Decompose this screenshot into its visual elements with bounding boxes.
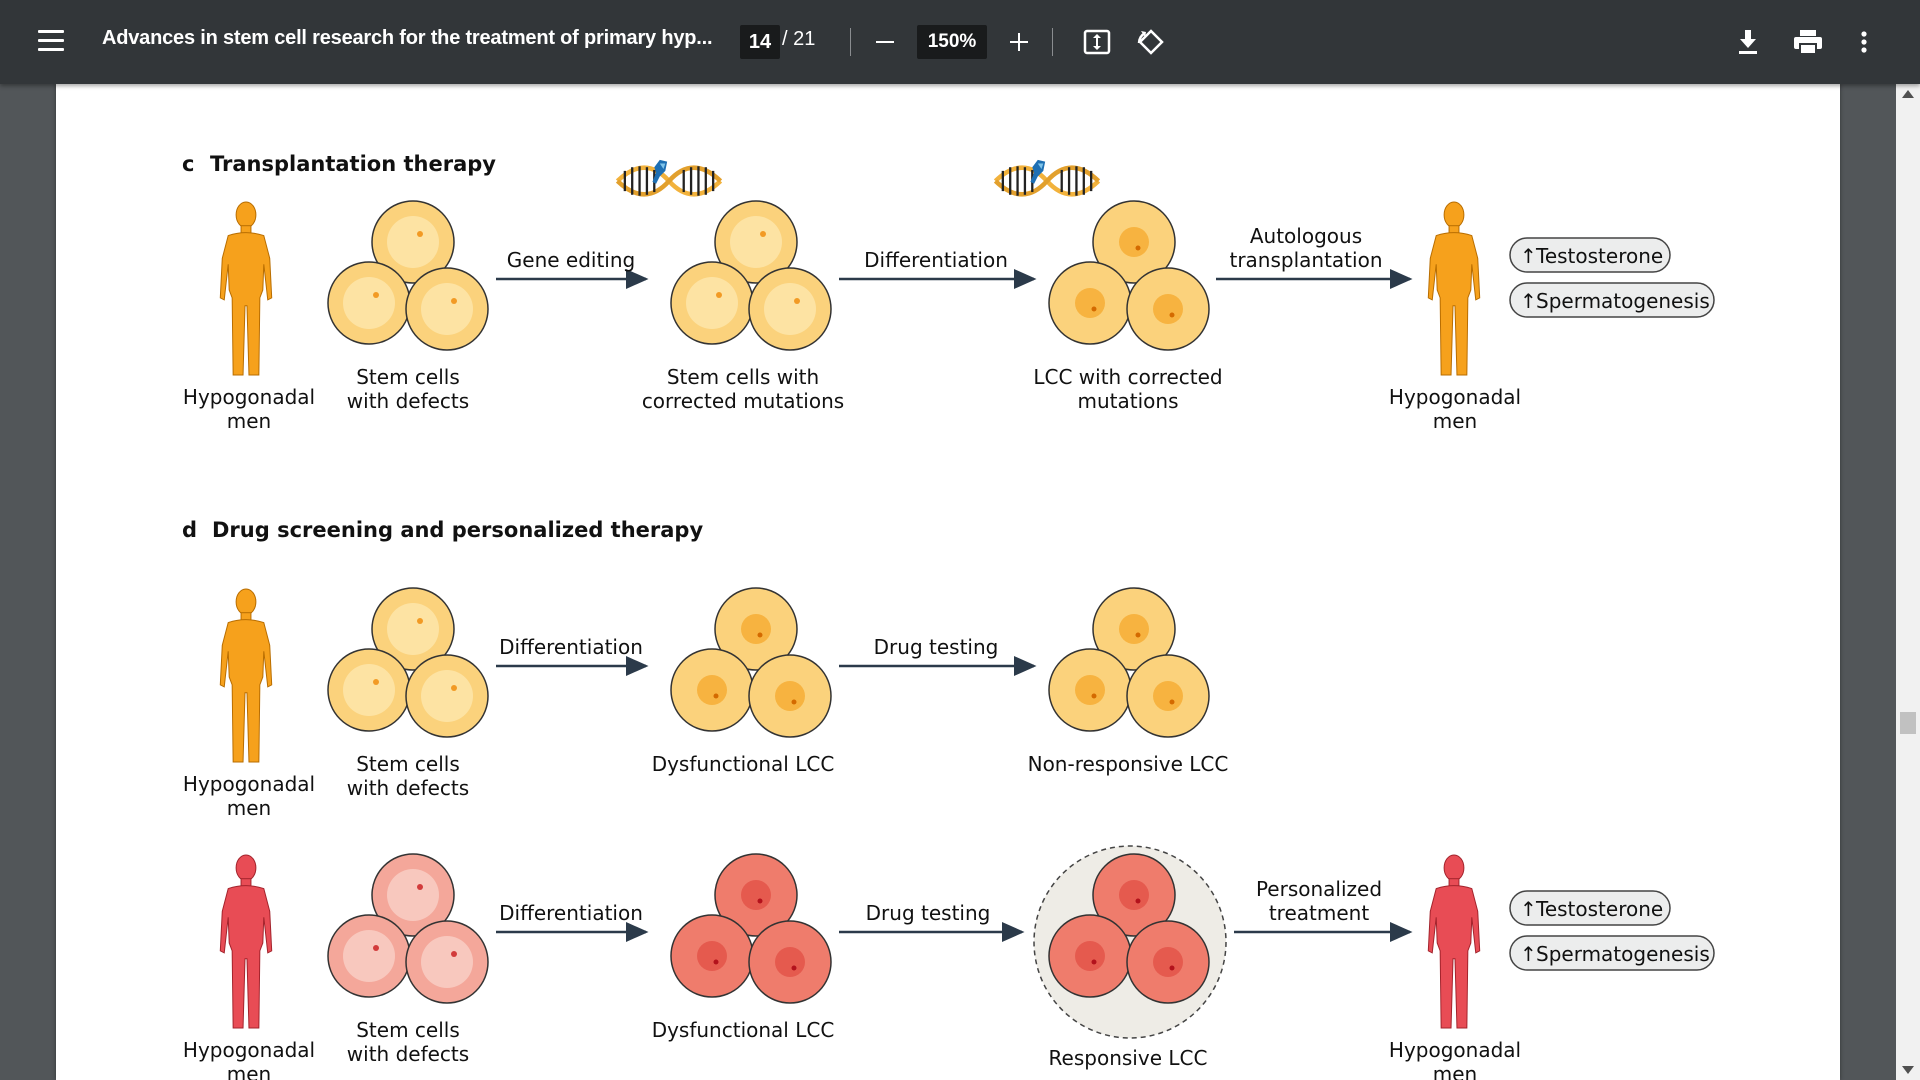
label-stem-d1-2: with defects xyxy=(347,776,469,800)
scroll-down-arrow-icon[interactable] xyxy=(1902,1066,1914,1074)
label-men-d2-1: Hypogonadal xyxy=(183,1038,315,1062)
label-stem-c-2: with defects xyxy=(347,389,469,413)
toolbar-divider xyxy=(1052,28,1053,56)
badge-spermatogenesis: ↑ Spermatogenesis xyxy=(1509,282,1715,318)
zoom-level-input[interactable]: 150% xyxy=(917,25,987,59)
arrow-label-drug-testing: Drug testing xyxy=(874,635,999,659)
panel-d-title: Drug screening and personalized therapy xyxy=(212,518,703,542)
pdf-page: c Transplantation therapy Hypogonadal me… xyxy=(56,84,1840,1080)
man-red-icon xyxy=(1427,854,1481,1029)
man-red-icon xyxy=(219,854,273,1029)
scroll-up-arrow-icon[interactable] xyxy=(1902,90,1914,98)
arrow-label-autologous-2: transplantation xyxy=(1229,248,1382,272)
more-vert-icon[interactable] xyxy=(1860,30,1868,54)
scrollbar-thumb[interactable] xyxy=(1900,712,1916,734)
label-men-c-1: Hypogonadal xyxy=(183,385,315,409)
badge-testosterone: ↑ Testosterone xyxy=(1509,237,1671,273)
download-icon[interactable] xyxy=(1736,28,1760,56)
vertical-scrollbar[interactable] xyxy=(1896,84,1920,1080)
label-men-c-right-2: men xyxy=(1433,409,1477,433)
label-responsive-lcc: Responsive LCC xyxy=(1049,1046,1208,1070)
document-title: Advances in stem cell research for the t… xyxy=(102,27,713,49)
arrow-label-personalized-2: treatment xyxy=(1269,901,1369,925)
badge-testosterone-label: Testosterone xyxy=(1535,897,1663,921)
arrow-label-differentiation: Differentiation xyxy=(499,635,643,659)
label-stem-d1-1: Stem cells xyxy=(356,752,460,776)
up-arrow-icon: ↑ xyxy=(1520,289,1537,313)
panel-c-letter: c xyxy=(182,152,194,176)
stem-cell-cluster-icon xyxy=(327,200,489,351)
hamburger-menu-icon[interactable] xyxy=(38,30,64,52)
figure: c Transplantation therapy Hypogonadal me… xyxy=(182,152,1715,1080)
label-men-d2-right-2: men xyxy=(1433,1062,1477,1080)
label-corrected-2: corrected mutations xyxy=(642,389,844,413)
label-stem-c-1: Stem cells xyxy=(356,365,460,389)
stem-cell-cluster-red-icon xyxy=(327,853,489,1004)
man-orange-icon xyxy=(219,588,273,763)
label-lcc-corrected-2: mutations xyxy=(1078,389,1179,413)
dysfunctional-lcc-cluster-icon xyxy=(670,587,832,738)
dna-edit-icon xyxy=(617,160,720,196)
label-lcc-corrected-1: LCC with corrected xyxy=(1033,365,1222,389)
label-stem-d2-1: Stem cells xyxy=(356,1018,460,1042)
non-responsive-lcc-cluster-icon xyxy=(1048,587,1210,738)
badge-spermatogenesis: ↑ Spermatogenesis xyxy=(1509,935,1715,971)
label-stem-d2-2: with defects xyxy=(347,1042,469,1066)
stem-cell-cluster-icon xyxy=(327,587,489,738)
lcc-cluster-icon xyxy=(1048,200,1210,351)
up-arrow-icon: ↑ xyxy=(1520,897,1537,921)
up-arrow-icon: ↑ xyxy=(1520,244,1537,268)
label-men-d2-2: men xyxy=(227,1062,271,1080)
page-number-input[interactable]: 14 xyxy=(740,25,780,59)
label-men-d1-1: Hypogonadal xyxy=(183,772,315,796)
rotate-icon[interactable] xyxy=(1136,27,1166,57)
arrow-label-personalized-1: Personalized xyxy=(1256,877,1382,901)
arrow-label-autologous-1: Autologous xyxy=(1250,224,1362,248)
arrow-label-differentiation: Differentiation xyxy=(864,248,1008,272)
label-corrected-1: Stem cells with xyxy=(667,365,819,389)
label-dysfunctional-lcc: Dysfunctional LCC xyxy=(652,752,835,776)
zoom-out-button[interactable] xyxy=(872,26,898,58)
fit-page-icon[interactable] xyxy=(1082,28,1112,56)
man-orange-icon xyxy=(219,201,273,376)
page-total: / 21 xyxy=(782,28,816,50)
corrected-stem-cell-cluster-icon xyxy=(670,200,832,351)
man-orange-icon xyxy=(1427,201,1481,376)
badge-spermatogenesis-label: Spermatogenesis xyxy=(1536,942,1710,966)
badge-spermatogenesis-label: Spermatogenesis xyxy=(1536,289,1710,313)
badge-testosterone: ↑ Testosterone xyxy=(1509,890,1671,926)
arrow-label-drug-testing: Drug testing xyxy=(866,901,991,925)
arrow-label-differentiation: Differentiation xyxy=(499,901,643,925)
up-arrow-icon: ↑ xyxy=(1520,942,1537,966)
badge-testosterone-label: Testosterone xyxy=(1535,244,1663,268)
dna-edit-icon xyxy=(995,160,1098,196)
label-men-c-2: men xyxy=(227,409,271,433)
label-men-c-right-1: Hypogonadal xyxy=(1389,385,1521,409)
arrow-label-gene-editing: Gene editing xyxy=(507,248,635,272)
zoom-in-button[interactable] xyxy=(1006,26,1032,58)
panel-d-letter: d xyxy=(182,518,197,542)
label-men-d2-right-1: Hypogonadal xyxy=(1389,1038,1521,1062)
toolbar: Advances in stem cell research for the t… xyxy=(0,0,1920,84)
toolbar-divider xyxy=(850,28,851,56)
panel-c-title: Transplantation therapy xyxy=(210,152,496,176)
label-non-responsive-lcc: Non-responsive LCC xyxy=(1028,752,1229,776)
label-men-d1-2: men xyxy=(227,796,271,820)
label-dysfunctional-lcc-red: Dysfunctional LCC xyxy=(652,1018,835,1042)
dysfunctional-lcc-cluster-red-icon xyxy=(670,853,832,1004)
print-icon[interactable] xyxy=(1793,29,1823,55)
